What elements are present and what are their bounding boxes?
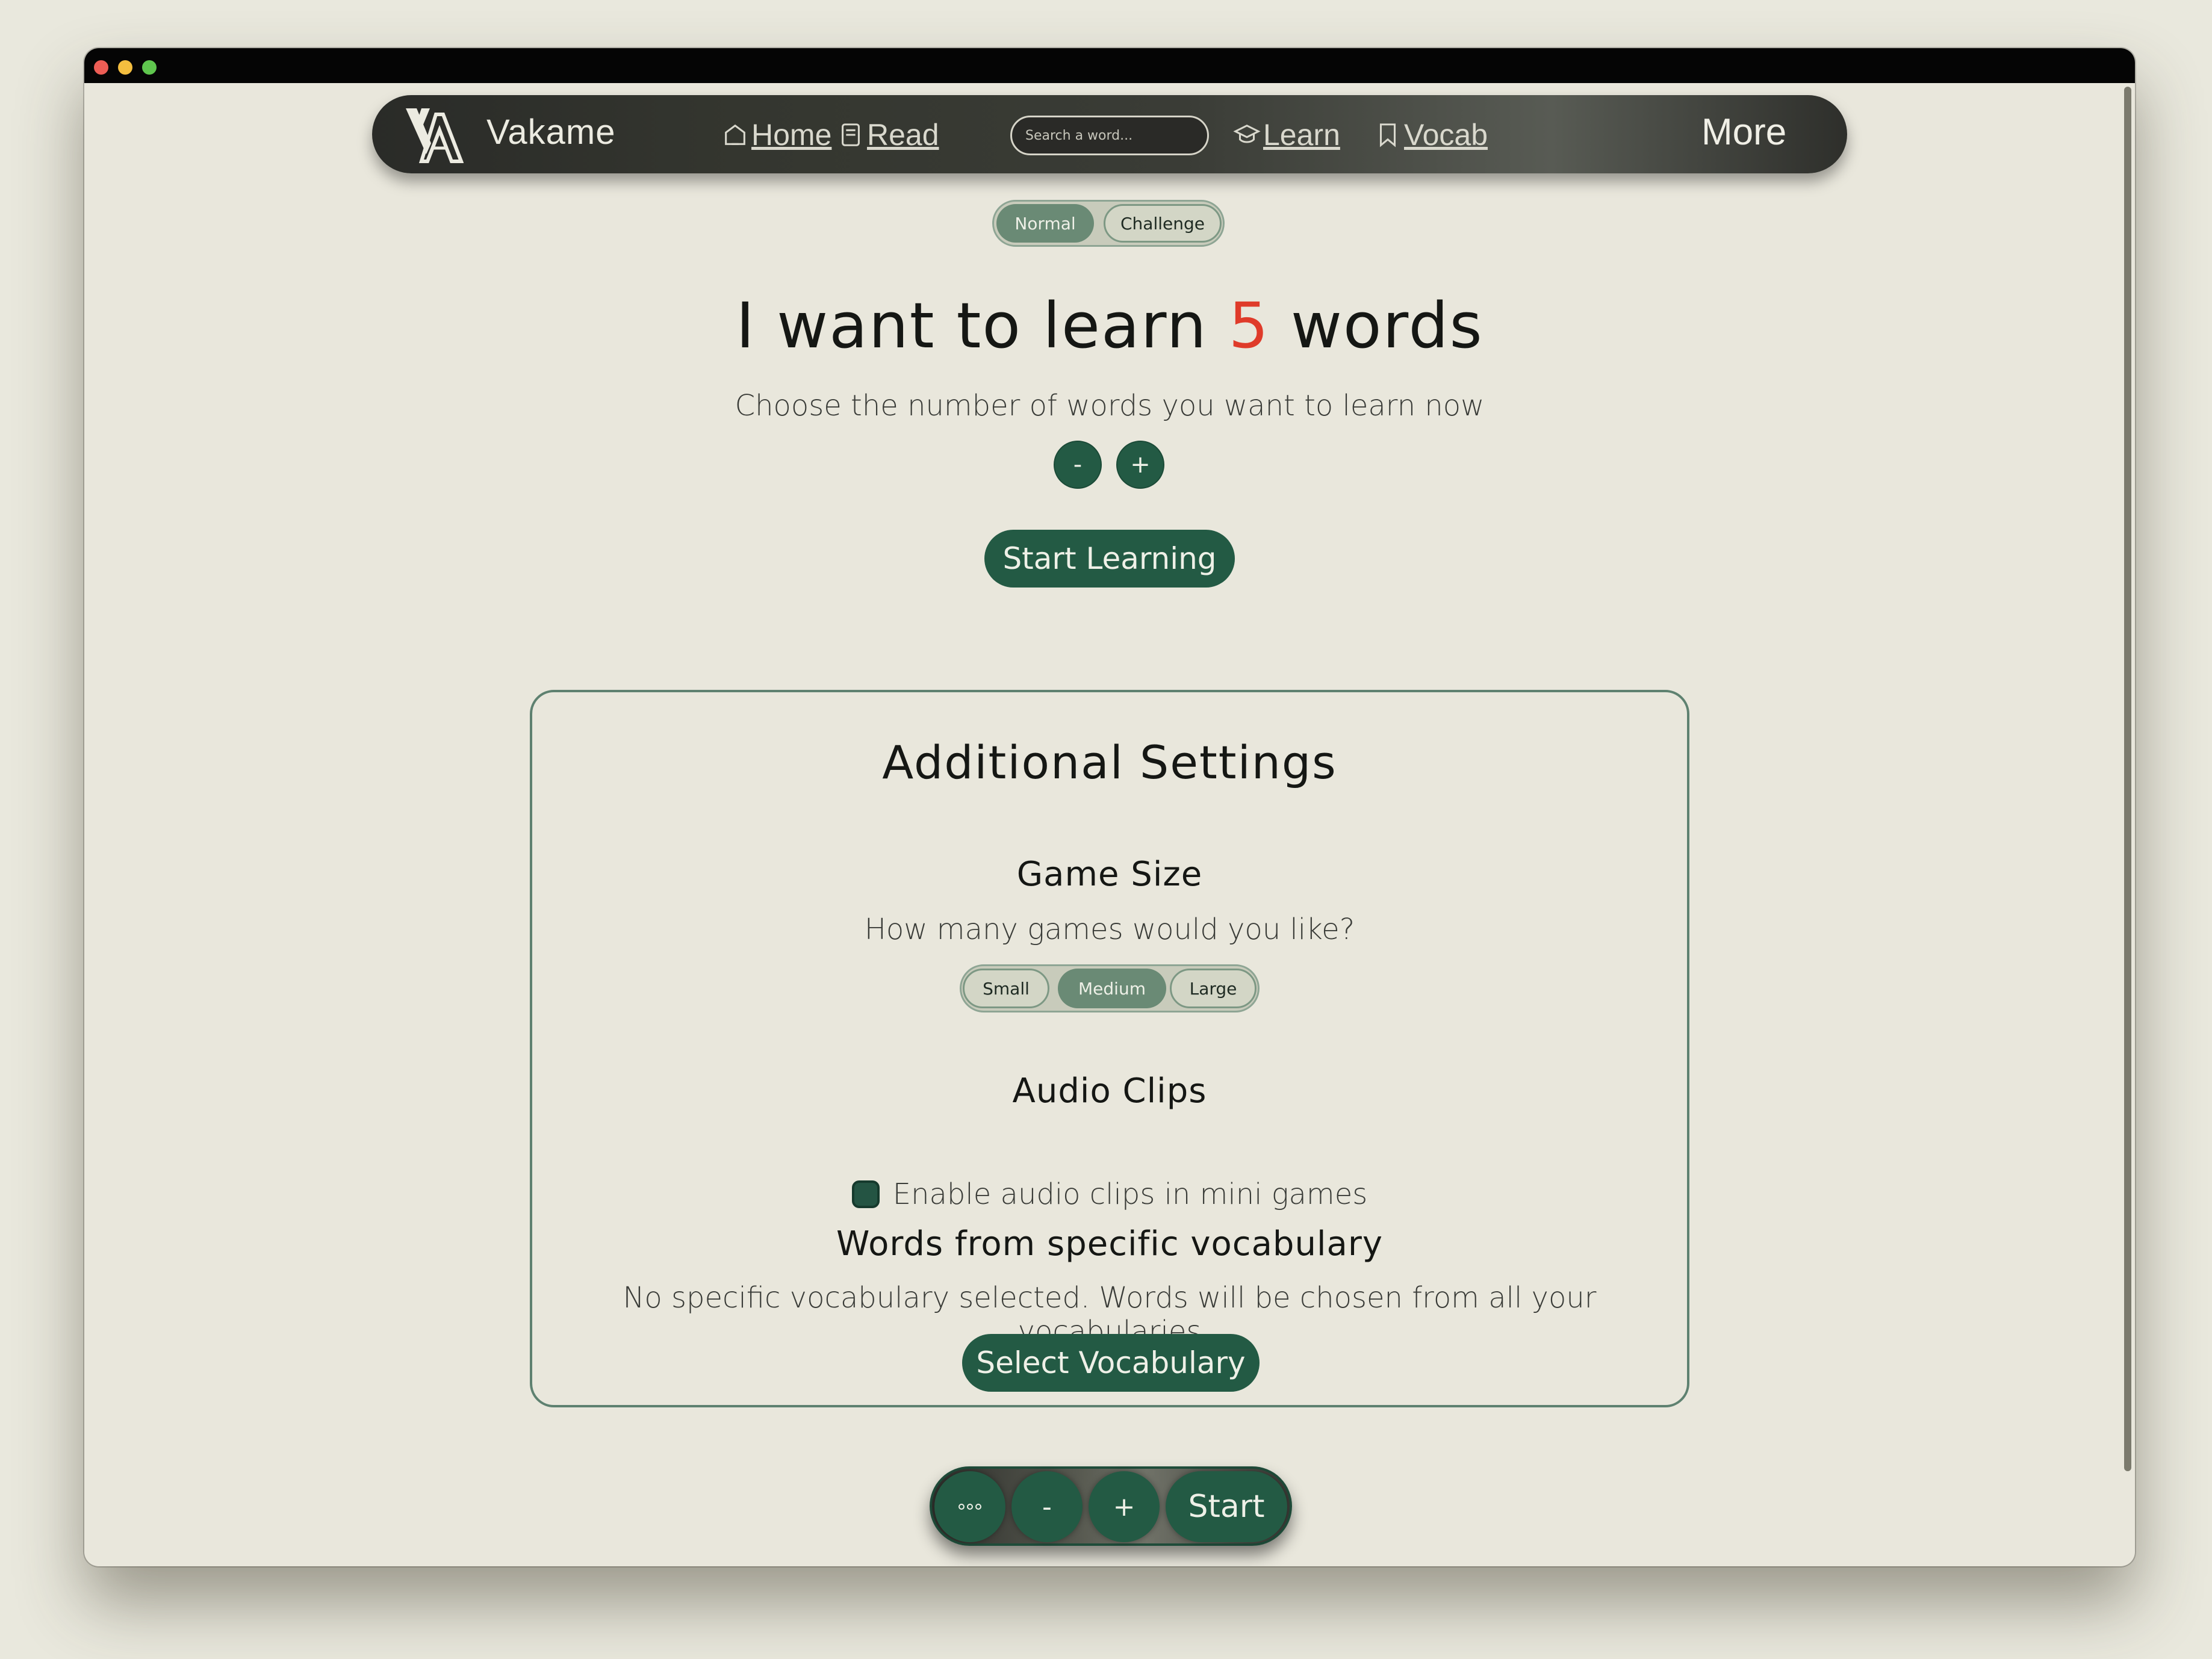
nav-link-read[interactable]: Read xyxy=(837,116,939,154)
page-subtitle: Choose the number of words you want to l… xyxy=(735,389,1485,423)
nav-link-home-label: Home xyxy=(751,118,832,152)
brand-name[interactable]: Vakame xyxy=(486,112,615,152)
bottom-increase-button[interactable]: + xyxy=(1089,1471,1160,1542)
size-small-button[interactable]: Small xyxy=(963,969,1049,1008)
start-learning-button[interactable]: Start Learning xyxy=(984,530,1235,588)
search-input[interactable] xyxy=(1010,116,1209,155)
audio-clips-title: Audio Clips xyxy=(1012,1071,1207,1111)
size-medium-button[interactable]: Medium xyxy=(1058,969,1166,1008)
word-count: 5 xyxy=(1228,289,1270,362)
graduation-cap-icon xyxy=(1233,124,1261,143)
audio-clips-option: Enable audio clips in mini games xyxy=(532,1177,1687,1211)
game-size-toggle: Small Medium Large xyxy=(960,964,1260,1012)
select-vocabulary-button[interactable]: Select Vocabulary xyxy=(962,1334,1260,1392)
vocabulary-title: Words from specific vocabulary xyxy=(836,1224,1383,1264)
mode-challenge-button[interactable]: Challenge xyxy=(1104,204,1222,243)
page-title: I want to learn 5 words xyxy=(84,289,2135,362)
book-icon xyxy=(842,123,860,146)
nav-link-home[interactable]: Home xyxy=(721,116,831,154)
minimize-window-icon[interactable] xyxy=(118,60,132,75)
three-dots-icon[interactable] xyxy=(934,1471,1005,1542)
settings-title: Additional Settings xyxy=(882,736,1337,789)
size-large-button[interactable]: Large xyxy=(1170,969,1257,1008)
heading-suffix: words xyxy=(1269,289,1483,362)
top-navbar: Vakame Home Read Learn Vocab More xyxy=(372,95,1847,173)
increase-words-button[interactable]: + xyxy=(1116,441,1164,489)
nav-link-vocab-label: Vocab xyxy=(1404,118,1488,152)
game-size-description: How many games would you like? xyxy=(864,913,1355,946)
bottom-start-button[interactable]: Start xyxy=(1166,1471,1287,1542)
audio-clips-checkbox[interactable] xyxy=(851,1180,880,1208)
close-window-icon[interactable] xyxy=(94,60,108,75)
mode-normal-button[interactable]: Normal xyxy=(996,204,1094,243)
bookmark-icon xyxy=(1379,123,1396,147)
bottom-decrease-button[interactable]: - xyxy=(1011,1471,1083,1542)
nav-link-learn-label: Learn xyxy=(1263,118,1340,152)
additional-settings-card: Additional Settings Game Size How many g… xyxy=(530,690,1689,1407)
vakame-logo-icon[interactable] xyxy=(403,106,464,164)
window-titlebar xyxy=(84,48,2135,83)
home-icon xyxy=(725,124,745,145)
nav-link-read-label: Read xyxy=(867,118,939,152)
bottom-action-bar: - + Start xyxy=(930,1466,1292,1546)
maximize-window-icon[interactable] xyxy=(142,60,157,75)
nav-link-learn[interactable]: Learn xyxy=(1233,116,1340,154)
more-menu-button[interactable]: More xyxy=(1701,111,1786,153)
decrease-words-button[interactable]: - xyxy=(1054,441,1102,489)
mode-toggle: Normal Challenge xyxy=(992,200,1225,247)
heading-prefix: I want to learn xyxy=(736,289,1229,362)
nav-link-vocab[interactable]: Vocab xyxy=(1374,116,1488,154)
audio-clips-label: Enable audio clips in mini games xyxy=(892,1177,1368,1211)
game-size-title: Game Size xyxy=(1016,855,1203,894)
browser-window: Vakame Home Read Learn Vocab More Normal… xyxy=(84,48,2135,1566)
